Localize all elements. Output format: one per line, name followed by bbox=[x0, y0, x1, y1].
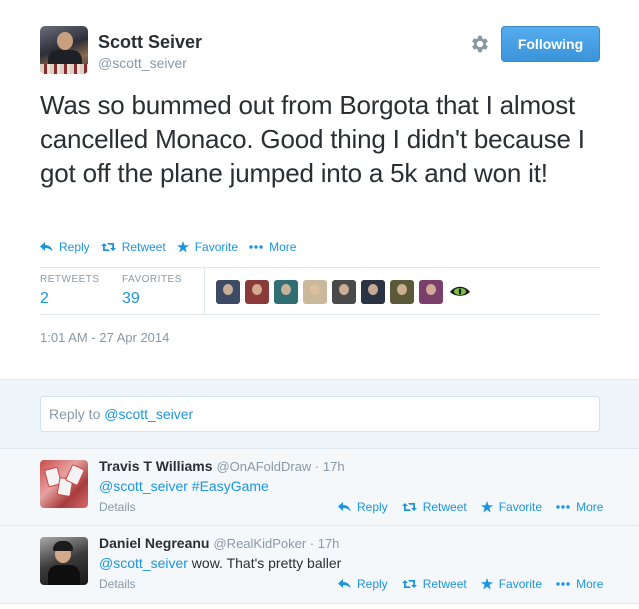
favoriter-avatar[interactable] bbox=[216, 280, 240, 304]
reply-text-link[interactable]: @scott_seiver bbox=[99, 555, 188, 571]
avatar-hair bbox=[53, 541, 73, 551]
favoriter-avatar[interactable] bbox=[419, 280, 443, 304]
reply-button[interactable]: Reply bbox=[338, 500, 388, 514]
favorite-button[interactable]: Favorite bbox=[176, 240, 239, 254]
reply-details-link[interactable]: Details bbox=[99, 500, 136, 514]
author-handle[interactable]: @scott_seiver bbox=[98, 55, 187, 71]
tweet-main: Scott Seiver @scott_seiver Following Was… bbox=[0, 0, 639, 380]
author-avatar[interactable] bbox=[40, 26, 88, 74]
reply-author-handle: @RealKidPoker · 17h bbox=[213, 536, 340, 551]
eye-logo-icon bbox=[450, 286, 470, 296]
avatar-face bbox=[57, 32, 73, 50]
tweet-text: Was so bummed out from Borgota that I al… bbox=[40, 90, 585, 188]
reply-item: Daniel Negreanu @RealKidPoker · 17h @scot… bbox=[0, 526, 639, 604]
retweets-count: 2 bbox=[40, 290, 49, 307]
favorite-label: Favorite bbox=[498, 500, 543, 514]
reply-button[interactable]: Reply bbox=[40, 240, 90, 254]
more-dots-icon bbox=[249, 245, 263, 249]
favorite-button[interactable]: Favorite bbox=[480, 500, 543, 514]
reply-avatar[interactable] bbox=[40, 537, 88, 585]
reply-icon bbox=[40, 242, 53, 252]
more-label: More bbox=[576, 577, 604, 591]
reply-author[interactable]: Travis T Williams @OnAFoldDraw · 17h bbox=[99, 458, 345, 474]
reply-input[interactable]: Reply to @scott_seiver bbox=[40, 396, 600, 432]
favorites-label: FAVORITES bbox=[122, 274, 182, 285]
reply-input-mention: @scott_seiver bbox=[104, 406, 194, 422]
more-label: More bbox=[269, 240, 297, 254]
reply-icon bbox=[338, 502, 351, 512]
reply-author[interactable]: Daniel Negreanu @RealKidPoker · 17h bbox=[99, 535, 339, 551]
reply-area: Reply to @scott_seiver bbox=[0, 380, 639, 449]
favorite-button[interactable]: Favorite bbox=[480, 577, 543, 591]
stats-bottom-divider bbox=[40, 314, 600, 315]
retweet-label: Retweet bbox=[121, 240, 166, 254]
retweet-icon bbox=[401, 503, 417, 511]
retweet-label: Retweet bbox=[422, 577, 467, 591]
reply-input-prefix: Reply to bbox=[49, 406, 105, 422]
reply-label: Reply bbox=[357, 500, 388, 514]
favorite-label: Favorite bbox=[194, 240, 239, 254]
retweet-button[interactable]: Retweet bbox=[401, 500, 467, 514]
more-label: More bbox=[576, 500, 604, 514]
favoriter-avatar[interactable] bbox=[448, 280, 472, 304]
retweets-label: RETWEETS bbox=[40, 274, 100, 285]
reply-details-link[interactable]: Details bbox=[99, 577, 136, 591]
retweet-button[interactable]: Retweet bbox=[100, 240, 166, 254]
star-icon bbox=[176, 241, 189, 253]
favoriter-avatar[interactable] bbox=[245, 280, 269, 304]
reply-item: Travis T Williams @OnAFoldDraw · 17h @sco… bbox=[0, 449, 639, 526]
reply-text-rest: wow. That's pretty baller bbox=[187, 555, 342, 571]
reply-text: @scott_seiver wow. That's pretty baller bbox=[99, 555, 341, 571]
following-button[interactable]: Following bbox=[501, 26, 600, 62]
retweet-label: Retweet bbox=[422, 500, 467, 514]
reply-actions: Reply Retweet Favorite More bbox=[338, 577, 617, 591]
reply-icon bbox=[338, 579, 351, 589]
favoriter-avatar[interactable] bbox=[274, 280, 298, 304]
star-icon bbox=[480, 501, 493, 513]
reply-text: @scott_seiver #EasyGame bbox=[99, 478, 269, 494]
favorites-stat[interactable]: FAVORITES 39 bbox=[122, 274, 182, 308]
reply-actions: Reply Retweet Favorite More bbox=[338, 500, 617, 514]
favoriter-avatar[interactable] bbox=[390, 280, 414, 304]
tweet-actions: Reply Retweet Favorite More bbox=[40, 240, 307, 254]
more-button[interactable]: More bbox=[556, 577, 603, 591]
tweet-timestamp[interactable]: 1:01 AM - 27 Apr 2014 bbox=[40, 330, 169, 345]
favorite-label: Favorite bbox=[498, 577, 543, 591]
stats-top-divider bbox=[40, 267, 600, 268]
favoriter-avatars bbox=[216, 280, 477, 304]
favoriter-avatar[interactable] bbox=[303, 280, 327, 304]
reply-text-link[interactable]: @scott_seiver #EasyGame bbox=[99, 478, 269, 494]
reply-label: Reply bbox=[59, 240, 90, 254]
favoriter-avatar[interactable] bbox=[332, 280, 356, 304]
retweet-icon bbox=[100, 243, 116, 251]
favoriter-avatar[interactable] bbox=[361, 280, 385, 304]
reply-author-handle: @OnAFoldDraw · 17h bbox=[216, 459, 345, 474]
more-button[interactable]: More bbox=[249, 240, 296, 254]
retweet-icon bbox=[401, 580, 417, 588]
more-dots-icon bbox=[556, 505, 570, 509]
more-dots-icon bbox=[556, 582, 570, 586]
more-button[interactable]: More bbox=[556, 500, 603, 514]
star-icon bbox=[480, 578, 493, 590]
avatar-body bbox=[48, 565, 80, 585]
reply-author-name: Daniel Negreanu bbox=[99, 535, 210, 551]
reply-author-name: Travis T Williams bbox=[99, 458, 213, 474]
gear-icon[interactable] bbox=[469, 33, 491, 55]
reply-avatar[interactable] bbox=[40, 460, 88, 508]
favorites-count: 39 bbox=[122, 290, 140, 307]
reply-label: Reply bbox=[357, 577, 388, 591]
author-name[interactable]: Scott Seiver bbox=[98, 32, 202, 53]
retweet-button[interactable]: Retweet bbox=[401, 577, 467, 591]
avatar-chips bbox=[40, 64, 88, 74]
retweets-stat[interactable]: RETWEETS 2 bbox=[40, 274, 100, 308]
reply-button[interactable]: Reply bbox=[338, 577, 388, 591]
stats-separator bbox=[204, 268, 205, 314]
